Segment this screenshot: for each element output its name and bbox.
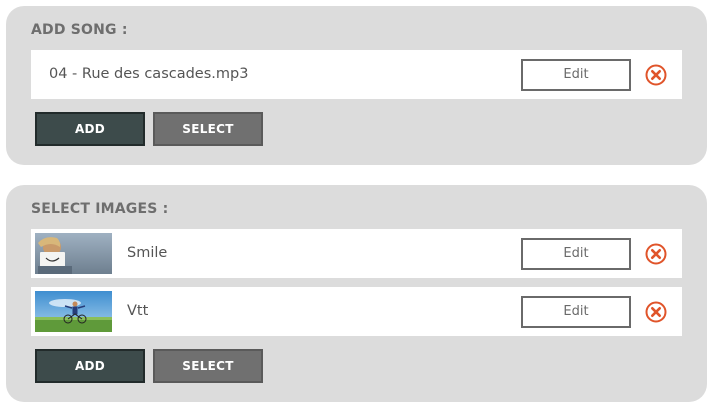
song-filename: 04 - Rue des cascades.mp3 <box>49 66 249 82</box>
remove-circle-icon[interactable] <box>645 64 667 86</box>
remove-circle-icon[interactable] <box>645 301 667 323</box>
song-edit-button[interactable]: Edit <box>521 59 631 91</box>
add-song-button[interactable]: ADD <box>35 112 145 146</box>
vtt-thumbnail-image <box>35 291 112 332</box>
image-list-item: Smile Edit <box>31 229 682 278</box>
image-name: Smile <box>127 245 168 261</box>
image-list-item: Vtt Edit <box>31 287 682 336</box>
select-images-title: SELECT IMAGES : <box>31 201 169 217</box>
smile-edit-button[interactable]: Edit <box>521 238 631 270</box>
select-song-button[interactable]: SELECT <box>153 112 263 146</box>
select-images-button[interactable]: SELECT <box>153 349 263 383</box>
song-list-item: 04 - Rue des cascades.mp3 Edit <box>31 50 682 99</box>
add-song-panel: ADD SONG : 04 - Rue des cascades.mp3 Edi… <box>6 6 707 165</box>
select-images-panel: SELECT IMAGES : Smile Edit Vtt Edit ADD … <box>6 185 707 402</box>
smile-thumbnail-image <box>35 233 112 274</box>
add-images-button[interactable]: ADD <box>35 349 145 383</box>
remove-circle-icon[interactable] <box>645 243 667 265</box>
vtt-edit-button[interactable]: Edit <box>521 296 631 328</box>
add-song-title: ADD SONG : <box>31 22 128 38</box>
image-name: Vtt <box>127 303 149 319</box>
